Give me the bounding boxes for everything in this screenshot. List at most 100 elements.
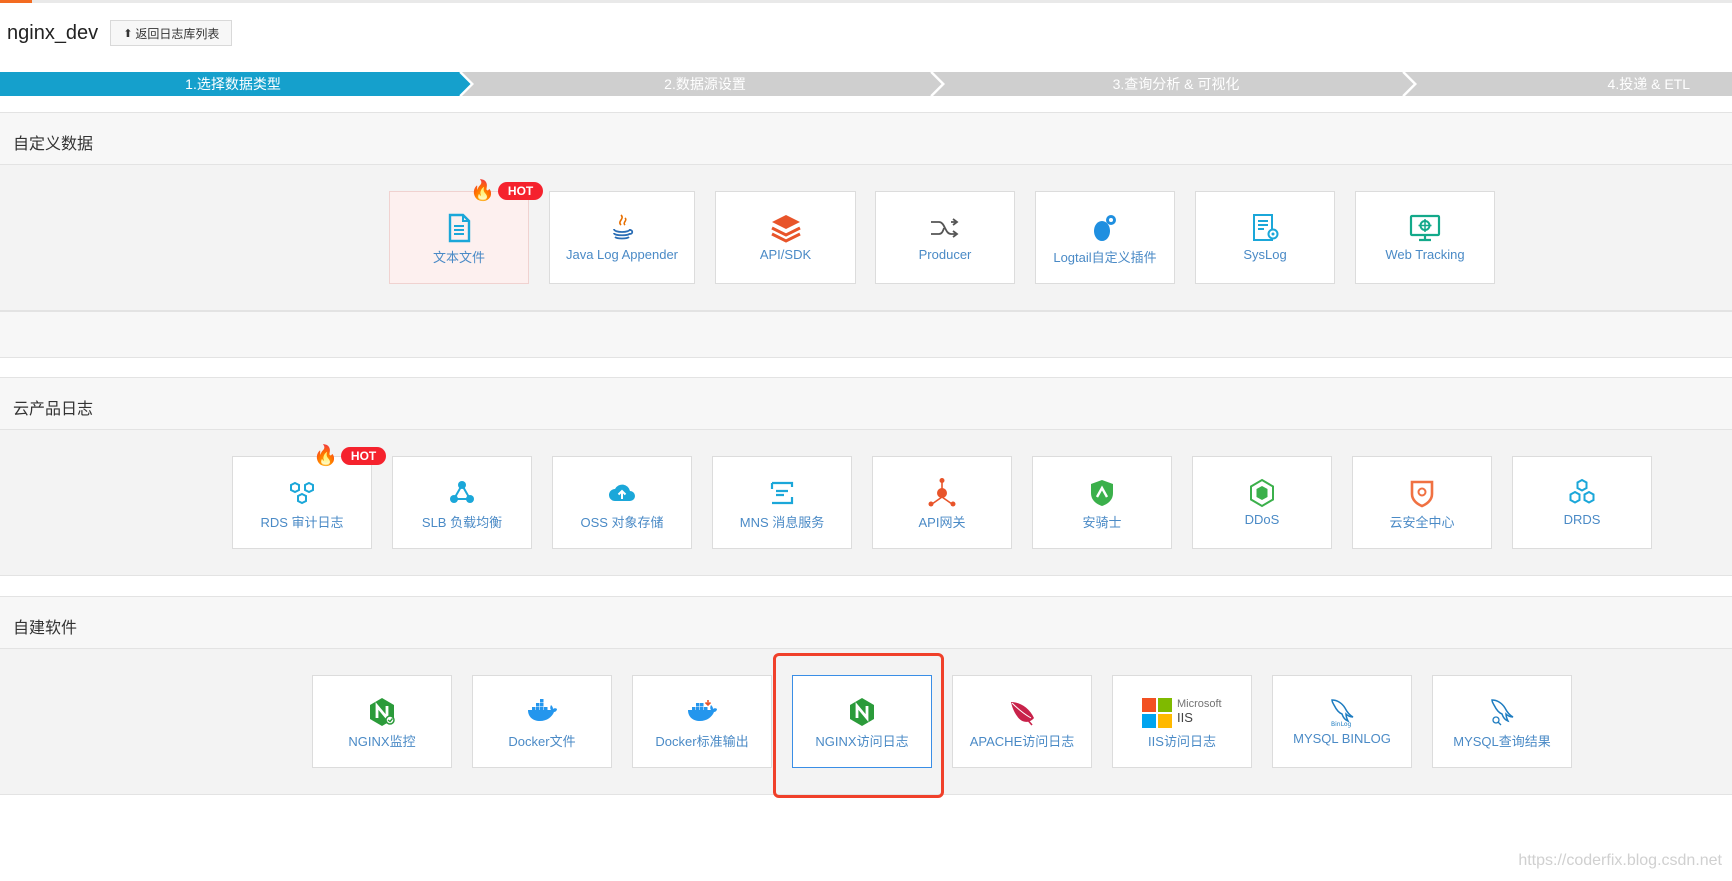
- card-api-gateway[interactable]: API网关: [872, 456, 1012, 549]
- api-gateway-icon: [928, 478, 956, 507]
- card-web-tracking[interactable]: Web Tracking: [1355, 191, 1495, 284]
- upload-arrow-icon: ⬆: [123, 27, 133, 40]
- card-label: RDS 审计日志: [260, 515, 344, 530]
- watermark: https://coderfix.blog.csdn.net: [1518, 852, 1722, 869]
- card-label: DRDS: [1563, 512, 1601, 527]
- card-mns[interactable]: MNS 消息服务: [712, 456, 852, 549]
- card-label: Docker文件: [508, 734, 576, 749]
- card-producer[interactable]: Producer: [875, 191, 1015, 284]
- section-body-self-built-software: NGINX监控 Docker文件 Docker标准输出 NGINX访问日志 AP…: [0, 649, 1732, 795]
- step-1-select-data-type[interactable]: 1.选择数据类型: [0, 72, 466, 96]
- card-label: APACHE访问日志: [969, 734, 1075, 749]
- mysql-dolphin-icon: BinLog: [1331, 699, 1354, 728]
- step-4-shipping-etl[interactable]: 4.投递 & ETL: [1415, 72, 1732, 96]
- card-mysql-query-result[interactable]: MYSQL查询结果: [1432, 675, 1572, 768]
- nginx-icon: [370, 698, 395, 726]
- wizard-steps: 1.选择数据类型 2.数据源设置 3.查询分析 & 可视化 4.投递 & ETL: [0, 72, 1732, 96]
- card-label: Producer: [918, 247, 972, 262]
- rds-icon: [290, 481, 314, 505]
- card-label: SLB 负载均衡: [421, 515, 503, 530]
- hot-label: HOT: [340, 447, 387, 465]
- hot-badge: 🔥 HOT: [313, 445, 387, 467]
- shield-icon: [1091, 480, 1113, 506]
- nginx-icon: [850, 698, 874, 726]
- card-label: OSS 对象存储: [580, 515, 664, 530]
- fire-icon: 🔥: [313, 445, 338, 467]
- card-docker-file[interactable]: Docker文件: [472, 675, 612, 768]
- top-accent-bar: [0, 0, 32, 3]
- mns-icon: [770, 481, 794, 505]
- section-header-custom-data: 自定义数据: [0, 112, 1732, 165]
- card-label: NGINX访问日志: [815, 734, 909, 749]
- card-rds-audit[interactable]: RDS 审计日志: [232, 456, 372, 549]
- mysql-dolphin-icon: [1491, 699, 1514, 726]
- card-aegis[interactable]: 安骑士: [1032, 456, 1172, 549]
- section-title: 云产品日志: [13, 401, 94, 418]
- binlog-tag: BinLog: [1331, 721, 1351, 728]
- section-header-cloud-logs: 云产品日志: [0, 377, 1732, 430]
- section-body-cloud-logs: RDS 审计日志 🔥 HOT SLB 负载均衡 OSS 对象存储 MNS 消息服…: [0, 430, 1732, 576]
- card-nginx-access-log[interactable]: NGINX访问日志: [792, 675, 932, 768]
- card-label: DDoS: [1244, 512, 1280, 527]
- card-label: API网关: [918, 515, 966, 530]
- card-docker-stdout[interactable]: Docker标准输出: [632, 675, 772, 768]
- card-label: NGINX监控: [348, 734, 416, 749]
- card-label: 安骑士: [1082, 515, 1122, 530]
- card-oss[interactable]: OSS 对象存储: [552, 456, 692, 549]
- hot-label: HOT: [497, 182, 544, 200]
- card-label: Web Tracking: [1385, 247, 1465, 262]
- card-slb[interactable]: SLB 负载均衡: [392, 456, 532, 549]
- security-center-icon: [1410, 480, 1434, 508]
- step-3-query-analysis[interactable]: 3.查询分析 & 可视化: [943, 72, 1409, 96]
- plugin-icon: [1094, 215, 1116, 241]
- card-mysql-binlog[interactable]: BinLog MYSQL BINLOG: [1272, 675, 1412, 768]
- docker-icon: [528, 699, 557, 721]
- microsoft-iis-icon: Microsoft IIS: [1142, 698, 1222, 728]
- text-file-icon: [448, 213, 471, 243]
- card-security-center[interactable]: 云安全中心: [1352, 456, 1492, 549]
- card-label: MYSQL BINLOG: [1293, 731, 1391, 746]
- iis-product-text: IIS: [1177, 710, 1193, 725]
- card-logtail-plugin[interactable]: Logtail自定义插件: [1035, 191, 1175, 284]
- syslog-icon: [1253, 214, 1279, 241]
- card-iis-access-log[interactable]: Microsoft IIS IIS访问日志: [1112, 675, 1252, 768]
- section-body-custom-data: 文本文件 🔥 HOT Java Log Appender API/SDK Pro…: [0, 165, 1732, 311]
- microsoft-windows-logo-icon: [1142, 698, 1172, 728]
- hot-badge: 🔥 HOT: [470, 180, 544, 202]
- card-label: MNS 消息服务: [739, 515, 825, 530]
- top-divider: [0, 0, 1732, 3]
- back-button-label: 返回日志库列表: [135, 26, 220, 41]
- card-label: MYSQL查询结果: [1453, 734, 1551, 749]
- empty-section-strip: [0, 311, 1732, 358]
- card-apache-access-log[interactable]: APACHE访问日志: [952, 675, 1092, 768]
- card-api-sdk[interactable]: API/SDK: [715, 191, 856, 284]
- ddos-icon: [1250, 478, 1274, 508]
- java-icon: [613, 214, 634, 240]
- card-label: Docker标准输出: [655, 734, 749, 749]
- monitor-icon: [1409, 214, 1441, 242]
- card-nginx-monitor[interactable]: NGINX监控: [312, 675, 452, 768]
- section-title: 自定义数据: [13, 136, 94, 153]
- card-label: Logtail自定义插件: [1053, 250, 1157, 265]
- section-title: 自建软件: [13, 620, 78, 637]
- step-2-data-source-settings[interactable]: 2.数据源设置: [472, 72, 938, 96]
- logstore-title: nginx_dev: [7, 21, 99, 44]
- card-java-log-appender[interactable]: Java Log Appender: [549, 191, 695, 284]
- card-ddos[interactable]: DDoS: [1192, 456, 1332, 549]
- slb-icon: [450, 481, 474, 503]
- card-label: IIS访问日志: [1148, 734, 1216, 749]
- section-header-self-built-software: 自建软件: [0, 596, 1732, 649]
- card-drds[interactable]: DRDS: [1512, 456, 1652, 549]
- drds-icon: [1569, 478, 1595, 504]
- header: nginx_dev ⬆ 返回日志库列表: [7, 20, 233, 46]
- card-label: 文本文件: [432, 250, 485, 265]
- docker-icon: [688, 700, 717, 721]
- fire-icon: 🔥: [470, 180, 495, 202]
- card-syslog[interactable]: SysLog: [1195, 191, 1335, 284]
- back-to-logstore-list-button[interactable]: ⬆ 返回日志库列表: [110, 20, 233, 46]
- apache-feather-icon: [1011, 702, 1034, 726]
- card-label: SysLog: [1243, 247, 1287, 262]
- layers-icon: [770, 215, 801, 243]
- card-text-file[interactable]: 文本文件: [389, 191, 529, 284]
- card-label: API/SDK: [759, 247, 812, 262]
